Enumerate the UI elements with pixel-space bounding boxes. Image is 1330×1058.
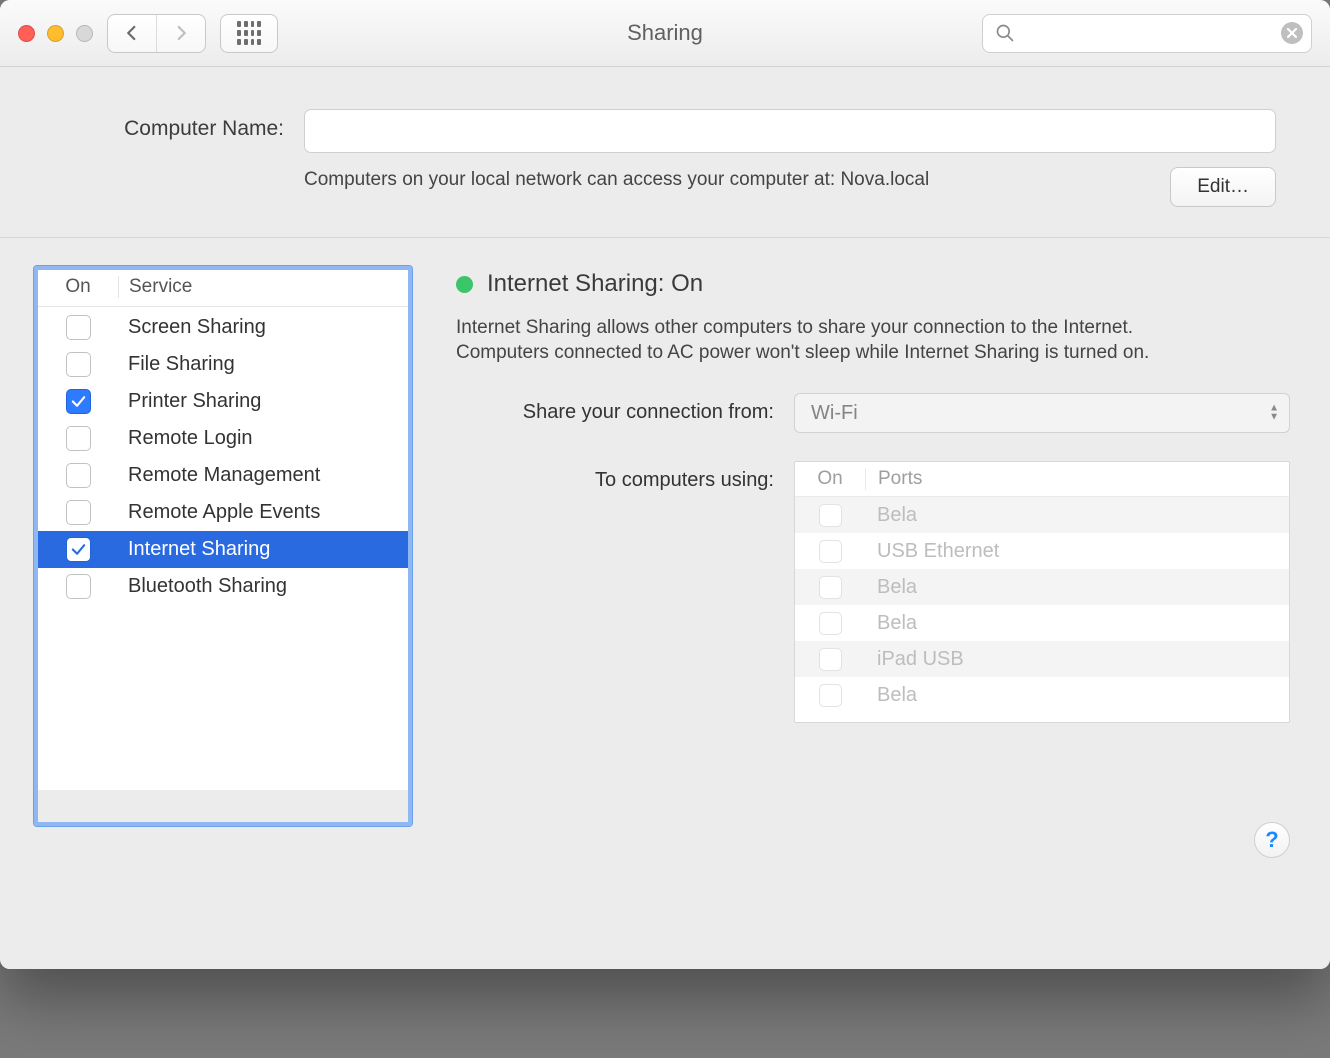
services-list-container: On Service Screen Sharing File Sharing Pri…	[34, 266, 412, 826]
service-label: File Sharing	[118, 353, 408, 376]
port-row[interactable]: Bela	[795, 569, 1289, 605]
ports-header-on: On	[795, 468, 865, 490]
search-field[interactable]	[982, 14, 1312, 53]
port-enable-checkbox[interactable]	[819, 576, 842, 599]
services-header-on: On	[38, 276, 118, 298]
ports-header-ports: Ports	[865, 468, 1289, 490]
service-label: Remote Apple Events	[118, 501, 408, 524]
service-row[interactable]: Printer Sharing	[38, 383, 408, 420]
port-row[interactable]: Bela	[795, 677, 1289, 713]
service-enable-checkbox[interactable]	[66, 574, 91, 599]
bottom-spacer	[0, 880, 1330, 969]
sharing-prefpane-window: Sharing Computer Name: Computers on your…	[0, 0, 1330, 969]
ports-list-container: On Ports Bela USB Ethernet Bela Bela iPad US…	[794, 461, 1290, 723]
service-description: Internet Sharing allows other computers …	[456, 316, 1186, 365]
port-enable-checkbox[interactable]	[819, 540, 842, 563]
port-row[interactable]: Bela	[795, 497, 1289, 533]
port-row[interactable]: Bela	[795, 605, 1289, 641]
service-row[interactable]: Remote Apple Events	[38, 494, 408, 531]
show-all-prefs-button[interactable]	[220, 14, 278, 53]
grid-icon	[237, 21, 261, 45]
service-enable-checkbox[interactable]	[66, 537, 91, 562]
port-label: Bela	[865, 576, 1289, 599]
clear-search-button[interactable]	[1281, 22, 1303, 44]
port-label: Bela	[865, 612, 1289, 635]
service-row[interactable]: Internet Sharing	[38, 531, 408, 568]
window-controls	[18, 25, 93, 42]
services-header-service: Service	[118, 276, 408, 298]
port-enable-checkbox[interactable]	[819, 684, 842, 707]
port-label: Bela	[865, 684, 1289, 707]
updown-chevron-icon: ▲▼	[1269, 405, 1279, 422]
service-enable-checkbox[interactable]	[66, 500, 91, 525]
search-icon	[995, 23, 1015, 43]
search-input[interactable]	[1015, 22, 1281, 45]
port-label: iPad USB	[865, 648, 1289, 671]
service-label: Remote Management	[118, 464, 408, 487]
share-from-popup[interactable]: Wi-Fi ▲▼	[794, 393, 1290, 433]
ports-list-header: On Ports	[795, 462, 1289, 497]
port-enable-checkbox[interactable]	[819, 504, 842, 527]
service-label: Printer Sharing	[118, 390, 408, 413]
services-list[interactable]: Screen Sharing File Sharing Printer Sharin…	[38, 307, 408, 790]
port-row[interactable]: iPad USB	[795, 641, 1289, 677]
service-row[interactable]: Screen Sharing	[38, 309, 408, 346]
ports-list[interactable]: Bela USB Ethernet Bela Bela iPad USB Bela	[795, 497, 1289, 722]
nav-buttons	[107, 14, 206, 53]
service-enable-checkbox[interactable]	[66, 315, 91, 340]
titlebar: Sharing	[0, 0, 1330, 67]
service-status: Internet Sharing: On	[456, 270, 1290, 298]
port-enable-checkbox[interactable]	[819, 612, 842, 635]
service-label: Remote Login	[118, 427, 408, 450]
service-enable-checkbox[interactable]	[66, 352, 91, 377]
share-from-row: Share your connection from: Wi-Fi ▲▼	[456, 393, 1290, 433]
service-status-title: Internet Sharing: On	[487, 270, 703, 298]
service-enable-checkbox[interactable]	[66, 389, 91, 414]
status-indicator-icon	[456, 276, 473, 293]
port-label: USB Ethernet	[865, 540, 1289, 563]
computer-name-section: Computer Name: Computers on your local n…	[0, 67, 1330, 238]
service-label: Bluetooth Sharing	[118, 575, 408, 598]
service-label: Internet Sharing	[118, 538, 408, 561]
forward-button[interactable]	[156, 15, 205, 52]
service-row[interactable]: File Sharing	[38, 346, 408, 383]
close-window-button[interactable]	[18, 25, 35, 42]
chevron-right-icon	[172, 24, 190, 42]
port-label: Bela	[865, 504, 1289, 527]
xmark-icon	[1286, 27, 1298, 39]
to-computers-row: To computers using: On Ports Bela USB Eth…	[456, 461, 1290, 723]
content-area: On Service Screen Sharing File Sharing Pri…	[0, 238, 1330, 880]
services-list-header: On Service	[38, 270, 408, 307]
service-label: Screen Sharing	[118, 316, 408, 339]
computer-name-label: Computer Name:	[54, 109, 284, 141]
service-row[interactable]: Remote Login	[38, 420, 408, 457]
share-from-value: Wi-Fi	[811, 402, 858, 425]
computer-name-input[interactable]	[304, 109, 1276, 153]
chevron-left-icon	[123, 24, 141, 42]
edit-hostname-button[interactable]: Edit…	[1170, 167, 1276, 207]
service-row[interactable]: Remote Management	[38, 457, 408, 494]
service-enable-checkbox[interactable]	[66, 463, 91, 488]
minimize-window-button[interactable]	[47, 25, 64, 42]
to-computers-label: To computers using:	[456, 461, 774, 492]
service-row[interactable]: Bluetooth Sharing	[38, 568, 408, 605]
share-from-label: Share your connection from:	[456, 393, 774, 424]
service-detail-pane: Internet Sharing: On Internet Sharing al…	[452, 266, 1290, 826]
zoom-window-button[interactable]	[76, 25, 93, 42]
port-enable-checkbox[interactable]	[819, 648, 842, 671]
port-row[interactable]: USB Ethernet	[795, 533, 1289, 569]
local-network-access-text: Computers on your local network can acce…	[304, 167, 1150, 193]
back-button[interactable]	[108, 15, 156, 52]
help-button[interactable]: ?	[1254, 822, 1290, 858]
service-enable-checkbox[interactable]	[66, 426, 91, 451]
